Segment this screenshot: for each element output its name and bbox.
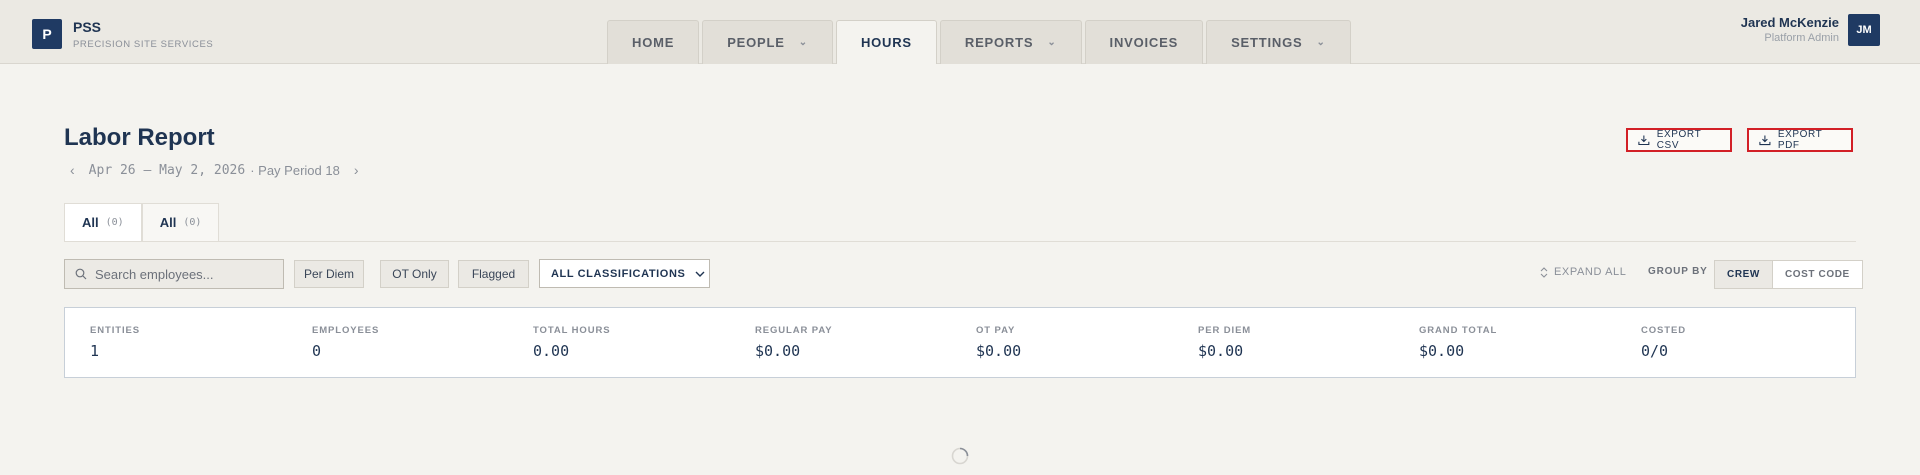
group-by-label: GROUP BY [1648, 266, 1708, 277]
stat-label: EMPLOYEES [312, 325, 380, 336]
download-icon [1759, 135, 1771, 146]
stat-ot-pay: OT PAY $0.00 [976, 325, 1021, 360]
stat-total-hours: TOTAL HOURS 0.00 [533, 325, 610, 360]
nav-tab-people[interactable]: PEOPLE ⌄ [702, 20, 833, 64]
stat-costed: COSTED 0/0 [1641, 325, 1686, 360]
stat-label: GRAND TOTAL [1419, 325, 1498, 336]
pay-period-label: · Pay Period 18 [250, 162, 340, 178]
expand-all-label: EXPAND ALL [1554, 266, 1627, 278]
main-nav: HOME PEOPLE ⌄ HOURS REPORTS ⌄ INVOICES SET… [607, 20, 1354, 64]
nav-tab-label: HOME [632, 35, 675, 50]
stat-value: $0.00 [755, 342, 801, 360]
stat-value: $0.00 [1198, 342, 1244, 360]
nav-tab-invoices[interactable]: INVOICES [1084, 20, 1204, 64]
stat-entities: ENTITIES 1 [90, 325, 140, 360]
download-icon [1638, 135, 1650, 146]
stat-grand-total: GRAND TOTAL $0.00 [1419, 325, 1497, 360]
loading-spinner-icon [951, 447, 969, 465]
export-csv-button[interactable]: EXPORT CSV [1626, 128, 1732, 152]
chevron-down-icon: ⌄ [1047, 37, 1057, 48]
nav-tab-label: PEOPLE [727, 35, 785, 50]
brand-name: PSS [73, 19, 102, 35]
prev-period-icon[interactable]: ‹ [70, 162, 75, 178]
user-role: Platform Admin [1764, 32, 1839, 44]
group-by-toggle: CREW COST CODE [1714, 260, 1863, 289]
stat-value: 1 [90, 342, 100, 360]
chevron-down-icon [695, 271, 705, 277]
search-icon [75, 268, 87, 280]
filter-tab-count: (0) [105, 217, 124, 228]
stat-value: $0.00 [1419, 342, 1465, 360]
group-by-crew-button[interactable]: CREW [1715, 261, 1772, 288]
filter-tab-label: All [82, 215, 99, 230]
brand-subtitle: PRECISION SITE SERVICES [73, 39, 214, 50]
filter-tab-all-2[interactable]: All (0) [141, 203, 220, 241]
stat-label: COSTED [1641, 325, 1686, 336]
nav-tab-settings[interactable]: SETTINGS ⌄ [1206, 20, 1351, 64]
chevron-down-icon: ⌄ [1316, 37, 1326, 48]
search-input[interactable] [95, 266, 275, 282]
stat-regular-pay: REGULAR PAY $0.00 [755, 325, 832, 360]
stat-value: 0/0 [1641, 342, 1669, 360]
stat-label: OT PAY [976, 325, 1016, 336]
stat-label: REGULAR PAY [755, 325, 833, 336]
brand-logo: P [32, 19, 62, 49]
filter-tab-count: (0) [183, 217, 202, 228]
nav-tab-label: HOURS [860, 35, 912, 50]
nav-tab-label: REPORTS [964, 35, 1034, 50]
stat-value: 0 [312, 342, 322, 360]
export-pdf-button[interactable]: EXPORT PDF [1747, 128, 1853, 152]
nav-tab-hours[interactable]: HOURS [835, 20, 937, 64]
expand-icon [1540, 266, 1548, 278]
next-period-icon[interactable]: › [354, 162, 359, 178]
filter-tabs: All (0) All (0) [64, 203, 220, 241]
nav-tab-reports[interactable]: REPORTS ⌄ [939, 20, 1082, 64]
date-range: Apr 26 – May 2, 2026 [88, 162, 246, 178]
stat-employees: EMPLOYEES 0 [312, 325, 379, 360]
filter-tab-label: All [159, 215, 177, 230]
stat-per-diem: PER DIEM $0.00 [1198, 325, 1251, 360]
stat-label: TOTAL HOURS [533, 325, 611, 336]
flagged-filter-button[interactable]: Flagged [458, 260, 529, 288]
stat-value: $0.00 [976, 342, 1022, 360]
group-by-cost-code-button[interactable]: COST CODE [1771, 261, 1862, 288]
chevron-down-icon: ⌄ [798, 37, 808, 48]
avatar[interactable]: JM [1848, 14, 1880, 46]
stat-label: PER DIEM [1198, 325, 1252, 336]
page-title: Labor Report [64, 124, 215, 151]
brand-text: PSS PRECISION SITE SERVICES [73, 19, 213, 50]
expand-all-button[interactable]: EXPAND ALL [1540, 266, 1626, 278]
nav-tab-label: INVOICES [1109, 35, 1179, 50]
summary-stats: ENTITIES 1 EMPLOYEES 0 TOTAL HOURS 0.00 … [64, 307, 1856, 378]
pay-period-nav: ‹ Apr 26 – May 2, 2026 · Pay Period 18 › [70, 162, 359, 178]
brand[interactable]: P PSS PRECISION SITE SERVICES [32, 19, 213, 50]
filter-tab-all[interactable]: All (0) [64, 203, 142, 241]
user-info: Jared McKenzie Platform Admin [1741, 15, 1839, 45]
classification-select[interactable]: ALL CLASSIFICATIONS [539, 259, 710, 288]
export-csv-label: EXPORT CSV [1656, 129, 1702, 151]
per-diem-filter-button[interactable]: Per Diem [294, 260, 364, 288]
nav-tab-label: SETTINGS [1231, 35, 1303, 50]
top-bar: P PSS PRECISION SITE SERVICES HOME PEOPL… [0, 0, 1920, 64]
stat-label: ENTITIES [90, 325, 140, 336]
user-menu[interactable]: Jared McKenzie Platform Admin JM [1741, 14, 1880, 46]
classification-value: ALL CLASSIFICATIONS [551, 267, 686, 280]
ot-only-filter-button[interactable]: OT Only [380, 260, 449, 288]
user-name: Jared McKenzie [1740, 15, 1839, 30]
export-pdf-label: EXPORT PDF [1777, 129, 1823, 151]
search-box[interactable] [64, 259, 284, 289]
nav-tab-home[interactable]: HOME [607, 20, 700, 64]
stat-value: 0.00 [533, 342, 570, 360]
tabs-divider [64, 241, 1856, 242]
